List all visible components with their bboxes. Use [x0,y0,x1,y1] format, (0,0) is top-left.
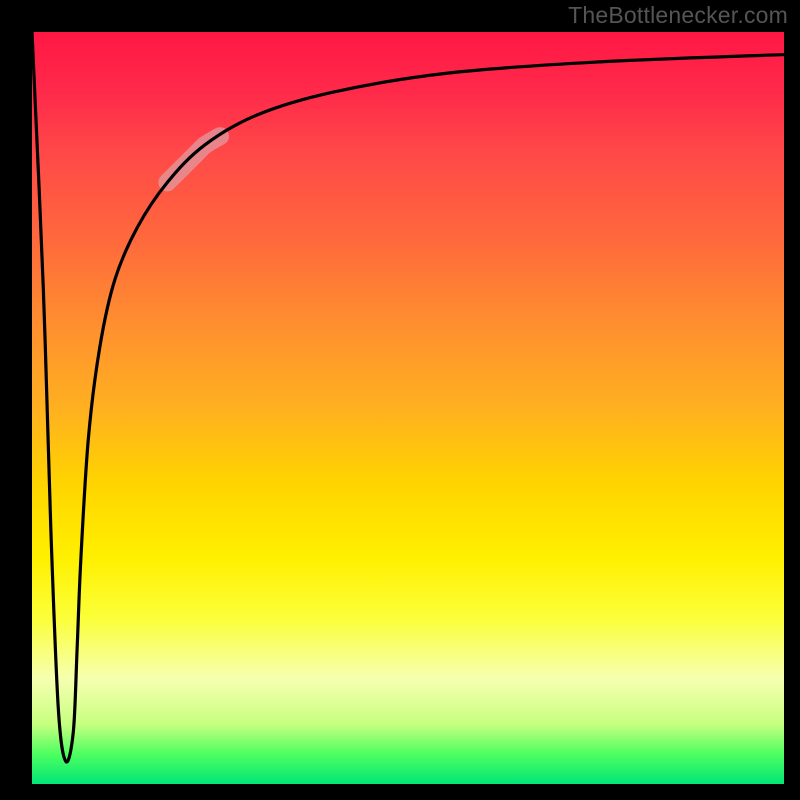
chart-frame: TheBottlenecker.com [0,0,800,800]
axis-border-left [0,0,32,800]
axis-border-bottom [0,784,800,800]
bottleneck-curve-plot [32,32,784,784]
watermark-label: TheBottlenecker.com [568,2,788,29]
bottleneck-curve-path [32,32,784,762]
